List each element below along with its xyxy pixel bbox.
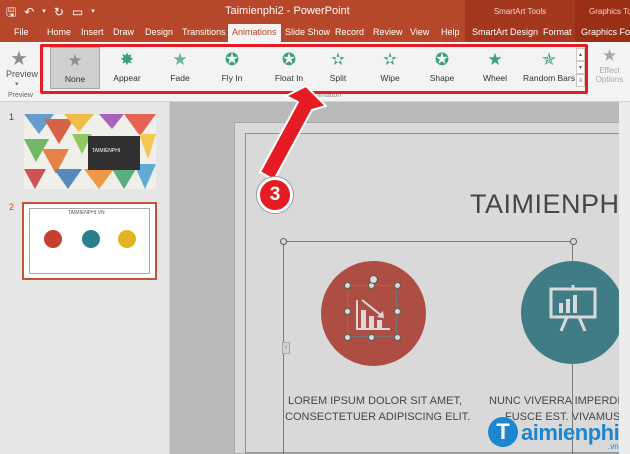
watermark-suffix: .vn [608, 442, 619, 451]
tab-draw[interactable]: Draw [113, 24, 134, 42]
undo-icon[interactable]: ↶ [24, 4, 34, 20]
callout-arrow [259, 85, 327, 181]
collapse-pane-icon[interactable]: ‹ [282, 342, 290, 354]
save-icon[interactable]: 🖫 [6, 4, 16, 20]
dropdown-icon[interactable]: ▾ [42, 4, 46, 20]
step-badge: 3 [257, 177, 293, 213]
title-bar: 🖫 ↶ ▾ ↻ ▭ ▾ Taimienphi2 - PowerPoint Sma… [0, 0, 630, 24]
text-right-line-1: NUNC VIVERRA IMPERDIET [489, 395, 630, 407]
text-left-line-2: CONSECTETUER ADIPISCING ELIT. [285, 411, 471, 423]
chevron-down-icon: ▾ [15, 81, 19, 88]
tab-view[interactable]: View [410, 24, 429, 42]
tab-help[interactable]: Help [441, 24, 460, 42]
graphics-tools-context: Graphics Too [575, 0, 630, 24]
document-title: Taimienphi2 - PowerPoint [225, 5, 350, 17]
resize-handle[interactable] [344, 334, 351, 341]
thumbnail-1-title: TAIMIENPHI [92, 148, 121, 154]
quick-access-toolbar: 🖫 ↶ ▾ ↻ ▭ ▾ [6, 4, 95, 20]
effect-options-label-2: Options [595, 75, 624, 84]
resize-handle[interactable] [344, 308, 351, 315]
thumbnail-2-title: TAIMIENPHI.VN [68, 210, 105, 216]
tab-animations[interactable]: Animations [228, 24, 281, 42]
vertical-scrollbar[interactable] [619, 102, 630, 454]
tab-format[interactable]: Format [540, 24, 575, 42]
resize-handle[interactable] [368, 334, 375, 341]
thumbnail-teal-circle [82, 230, 100, 248]
chart-down-icon [356, 299, 390, 330]
slide-thumbnails-pane: 1 TAIMIENPHI 2 TAIMIENPHI.VN [0, 102, 170, 454]
tab-file[interactable]: File [14, 24, 29, 42]
ribbon-tabs: File Home Insert Draw Design Transitions… [0, 24, 630, 42]
preview-label: Preview [6, 69, 39, 79]
slide-number-1: 1 [9, 112, 15, 122]
resize-handle[interactable] [394, 334, 401, 341]
icon-selection-box[interactable] [347, 285, 397, 337]
tab-home[interactable]: Home [47, 24, 71, 42]
resize-handle[interactable] [394, 282, 401, 289]
redo-icon[interactable]: ↻ [54, 4, 64, 20]
resize-handle[interactable] [280, 238, 287, 245]
thumbnail-gold-circle [118, 230, 136, 248]
text-left-line-1: LOREM IPSUM DOLOR SIT AMET, [288, 395, 462, 407]
preview-group-label: Preview [8, 92, 33, 99]
text-block-left[interactable]: LOREM IPSUM DOLOR SIT AMET, CONSECTETUER… [285, 393, 471, 425]
dropdown-icon[interactable]: ▾ [91, 4, 95, 20]
tab-insert[interactable]: Insert [81, 24, 104, 42]
watermark-name: aimienphi [521, 420, 620, 445]
tab-slide-show[interactable]: Slide Show [285, 24, 330, 42]
smartart-tools-context: SmartArt Tools [465, 0, 575, 24]
slide-title[interactable]: TAIMIENPHI. [470, 189, 630, 220]
present-icon[interactable]: ▭ [72, 4, 83, 20]
tab-smartart-design[interactable]: SmartArt Design [465, 24, 540, 42]
slide-editor: TAIMIENPHI. LOREM IPSUM DOLOR SIT AMET, … [170, 102, 630, 454]
effect-options-button[interactable]: ★ Effect Options [589, 42, 630, 92]
effect-options-icon: ★ [601, 46, 618, 65]
resize-handle[interactable] [344, 282, 351, 289]
slide-thumbnail-1[interactable]: TAIMIENPHI [24, 114, 156, 189]
presentation-easel-icon [549, 285, 597, 332]
tab-review[interactable]: Review [373, 24, 403, 42]
effect-options-label-1: Effect [599, 66, 620, 75]
slide-number-2: 2 [9, 202, 15, 212]
tab-record[interactable]: Record [335, 24, 364, 42]
rotate-handle[interactable] [369, 275, 378, 284]
thumbnail-red-circle [44, 230, 62, 248]
preview-star-icon: ★ [10, 48, 28, 70]
resize-handle[interactable] [570, 238, 577, 245]
slide-thumbnail-2[interactable]: TAIMIENPHI.VN [22, 202, 157, 280]
tab-transitions[interactable]: Transitions [182, 24, 226, 42]
resize-handle[interactable] [394, 308, 401, 315]
tab-design[interactable]: Design [145, 24, 173, 42]
tab-graphics-format[interactable]: Graphics Form [575, 24, 630, 42]
watermark-initial: T [488, 417, 518, 447]
